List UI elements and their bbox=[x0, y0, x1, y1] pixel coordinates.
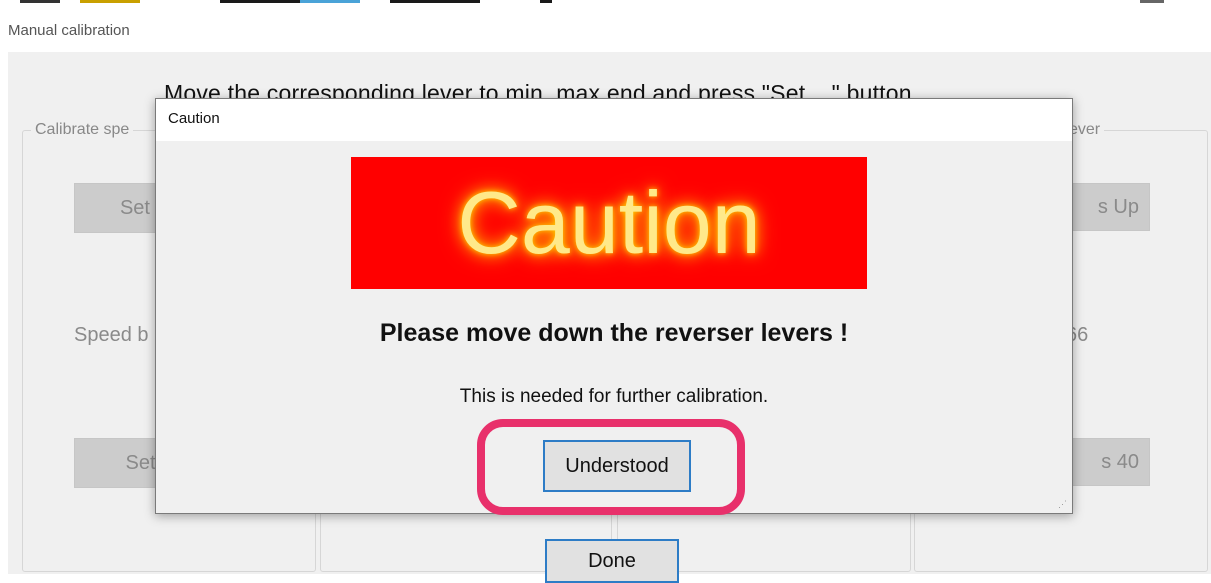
speed-label: Speed b bbox=[74, 324, 149, 346]
dialog-message: Please move down the reverser levers ! bbox=[379, 319, 849, 347]
resize-grip-icon[interactable]: ⋰ bbox=[1058, 499, 1068, 509]
dialog-submessage: This is needed for further calibration. bbox=[459, 386, 769, 407]
strip-segment bbox=[300, 0, 360, 3]
caution-dialog: Caution Caution Please move down the rev… bbox=[155, 98, 1073, 514]
window-titlebar: Manual calibration bbox=[0, 8, 1211, 52]
caution-banner-text: Caution bbox=[457, 173, 761, 272]
dialog-title: Caution bbox=[168, 110, 220, 127]
desktop-top-strip bbox=[0, 0, 1211, 8]
button-label: s 40 bbox=[1101, 450, 1139, 473]
button-label: Done bbox=[588, 549, 636, 572]
strip-segment bbox=[390, 0, 480, 3]
strip-segment bbox=[20, 0, 60, 3]
understood-button[interactable]: Understood bbox=[543, 440, 691, 492]
caution-banner: Caution bbox=[351, 157, 867, 289]
button-label: Understood bbox=[565, 454, 669, 477]
strip-segment bbox=[1140, 0, 1164, 3]
window-title: Manual calibration bbox=[8, 22, 130, 39]
group-legend: Calibrate spe bbox=[31, 121, 134, 139]
done-button[interactable]: Done bbox=[545, 539, 679, 583]
strip-segment bbox=[540, 0, 552, 3]
strip-segment bbox=[80, 0, 140, 3]
dialog-titlebar: Caution bbox=[156, 99, 1072, 141]
button-label: s Up bbox=[1097, 195, 1139, 218]
